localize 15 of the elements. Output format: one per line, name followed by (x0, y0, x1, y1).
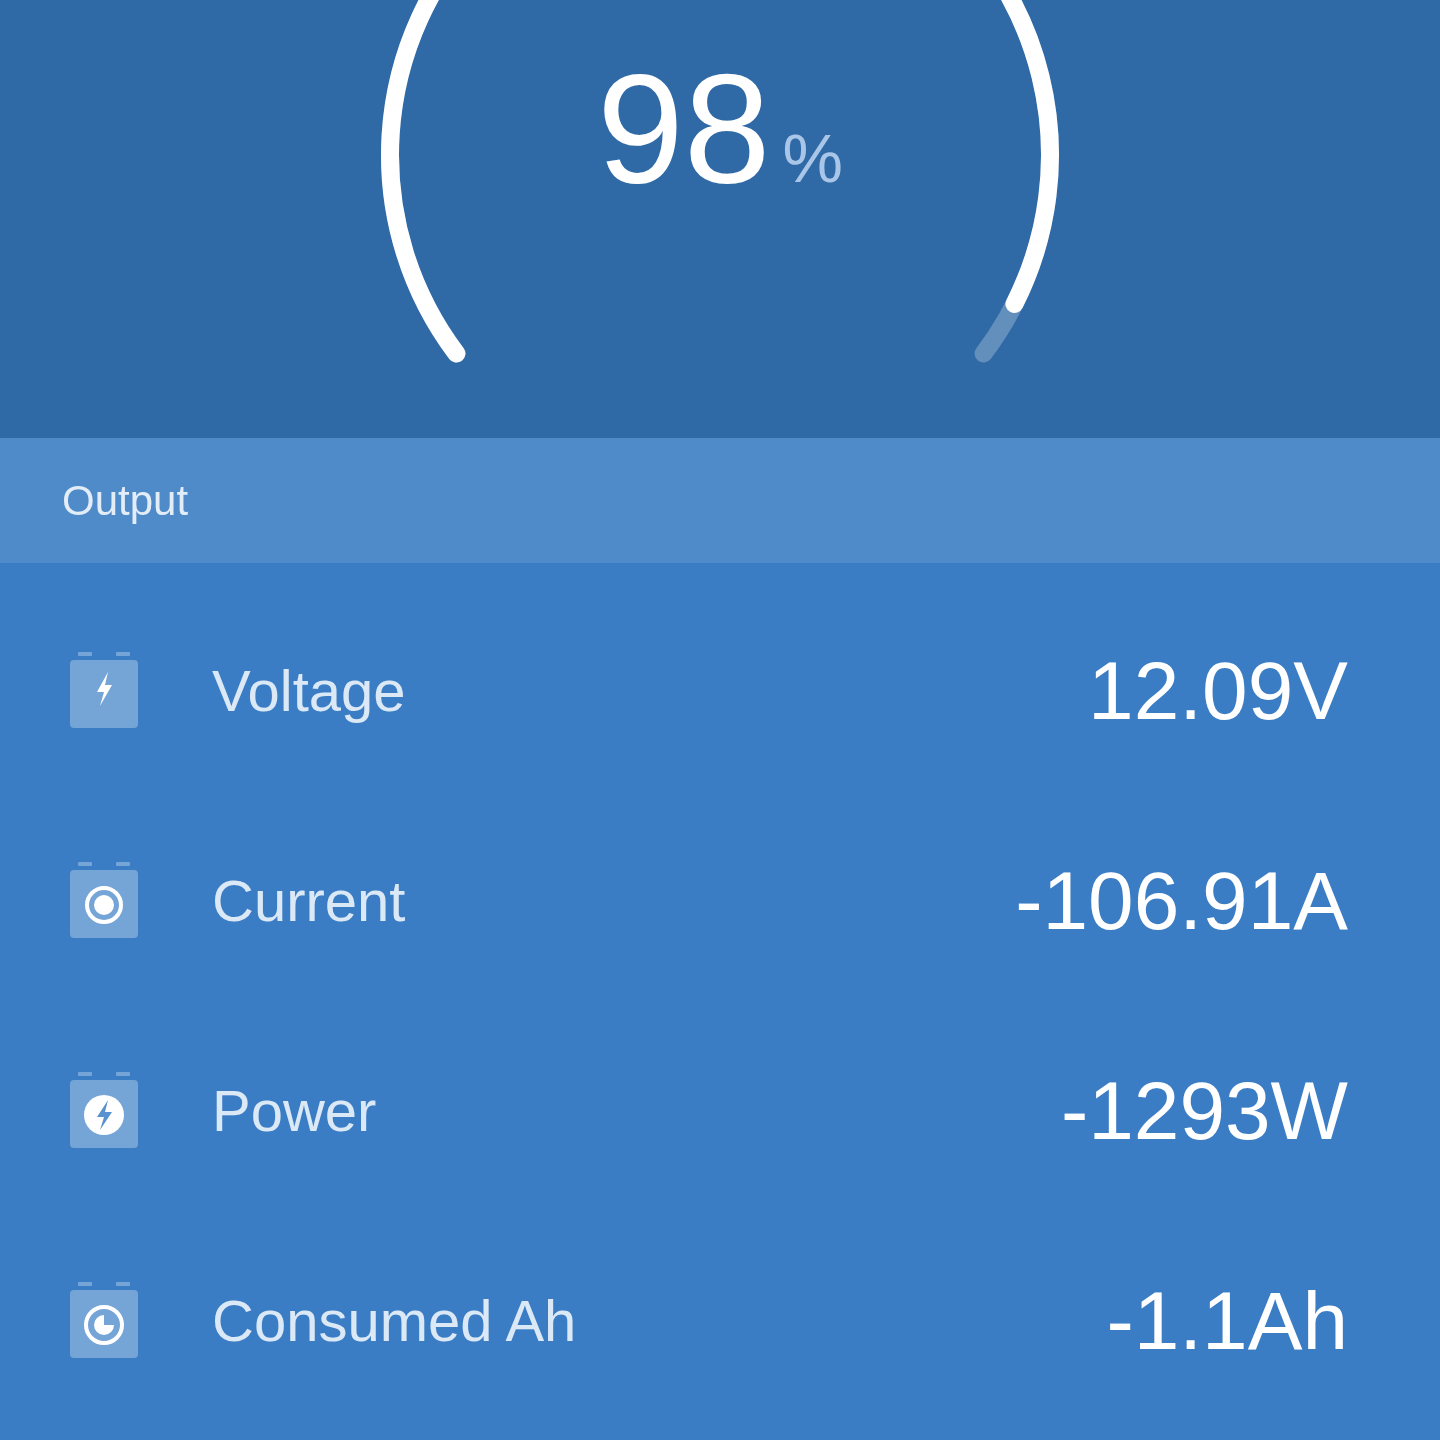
metric-value: -106.91A (1015, 853, 1348, 948)
metric-label: Current (212, 866, 406, 935)
metric-label: Voltage (212, 656, 406, 725)
metric-value: -1293W (1060, 1063, 1348, 1158)
section-title: Output (62, 476, 189, 526)
battery-bolt-icon (70, 652, 138, 728)
metric-value: 12.09V (1088, 643, 1348, 738)
metric-label: Power (212, 1076, 377, 1145)
battery-ring-icon (70, 862, 138, 938)
battery-pie-icon (70, 1282, 138, 1358)
metric-label: Consumed Ah (212, 1286, 577, 1355)
battery-bolt-circle-icon (70, 1072, 138, 1148)
metric-value: -1.1Ah (1106, 1273, 1348, 1368)
charge-percentage: 98 (597, 50, 771, 206)
percent-unit: % (782, 124, 843, 192)
